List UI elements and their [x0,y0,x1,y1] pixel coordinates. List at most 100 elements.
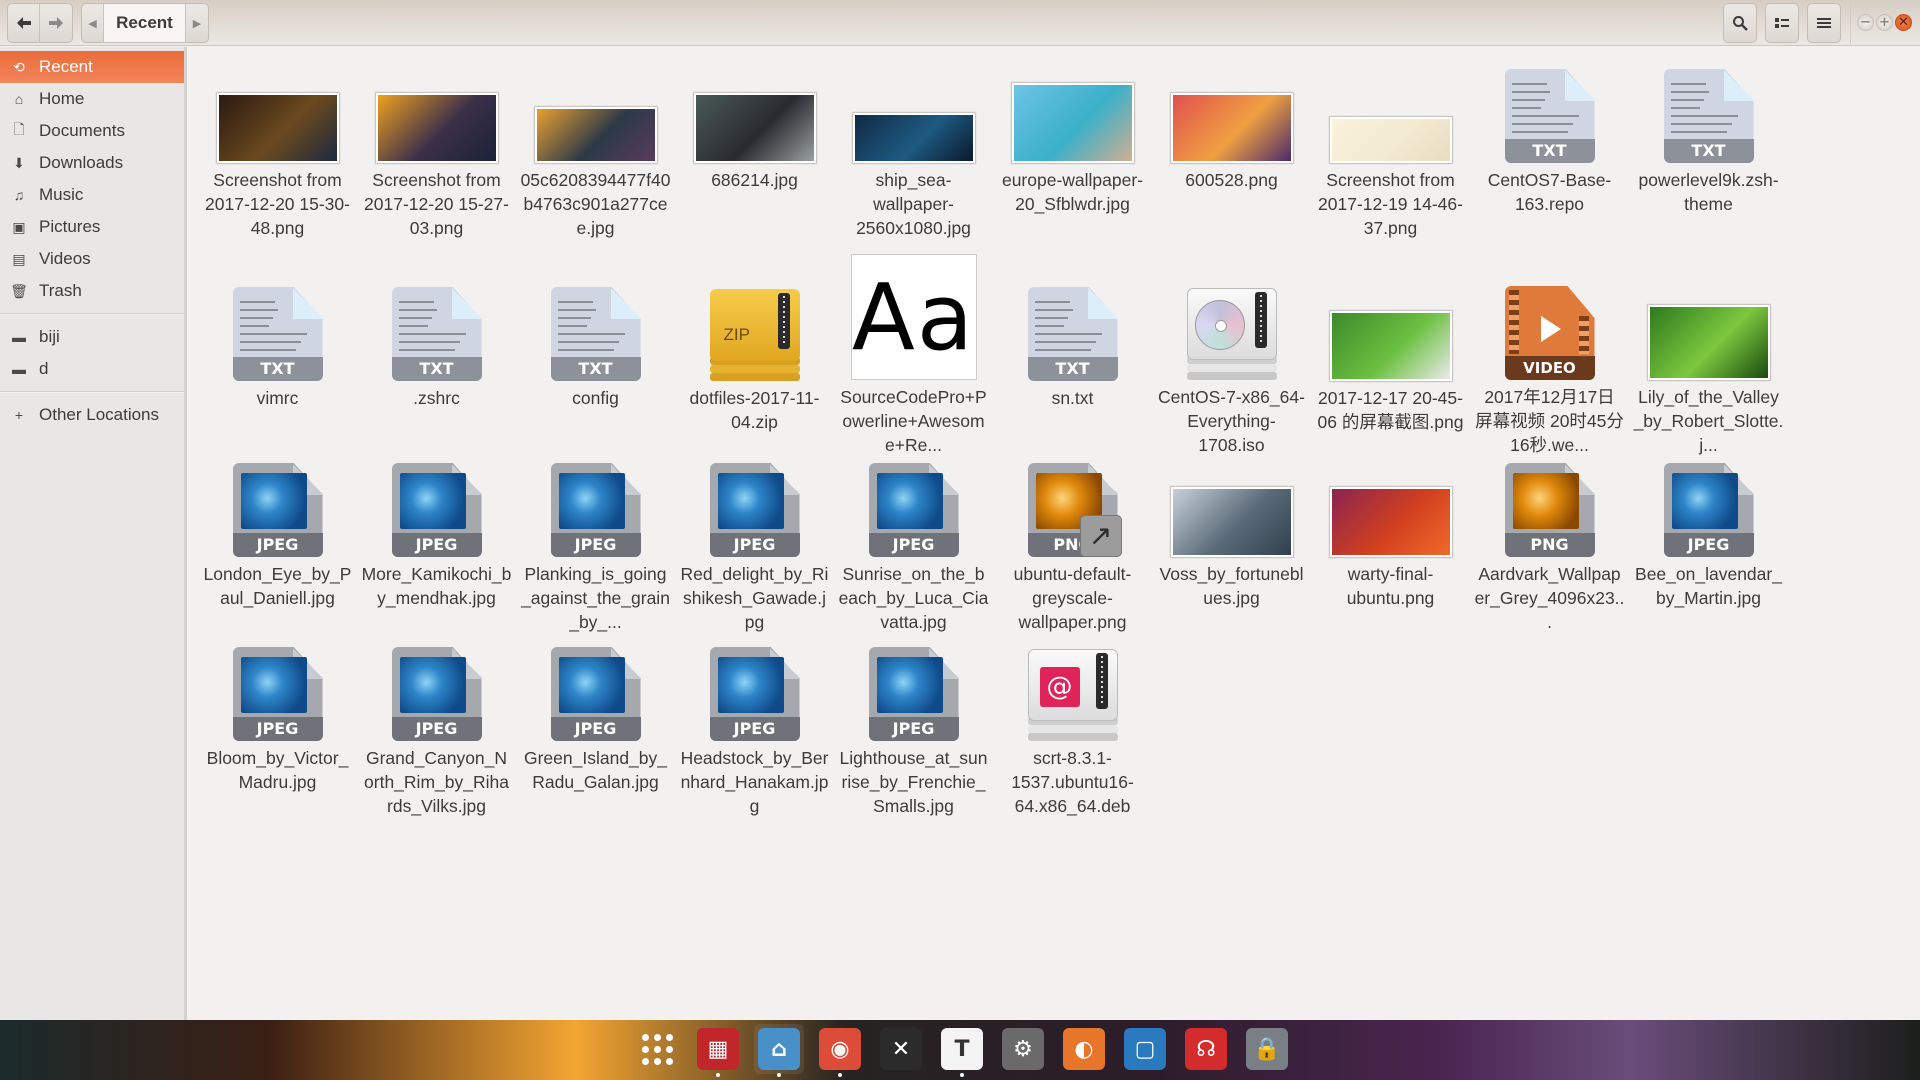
documents-icon: 🗋 [13,121,25,137]
sidebar-item-label: Downloads [39,153,124,172]
sidebar-item-videos[interactable]: ▤ Videos [0,243,184,275]
dock-screen-lock[interactable]: 🔒 [1242,1024,1292,1074]
file-item[interactable]: @ scrt-8.3.1-1537.ubuntu16-64.x86_64.deb [993,641,1152,818]
path-scroll-right-button[interactable]: ▶ [186,4,208,42]
dock: ▦ ⌂ ◉ ✕ T ⚙ ◐ ▢ ☊ 🔒 [0,1020,1920,1080]
dock-chrome[interactable]: ◉ [815,1024,865,1077]
close-button[interactable]: ✕ [1895,14,1912,31]
file-thumbnail [675,55,834,163]
image-thumbnail [1329,311,1452,381]
file-item[interactable]: JPEG Sunrise_on_the_beach_by_Luca_Ciavatt… [834,457,993,641]
image-file-icon: JPEG [868,647,959,741]
file-item[interactable]: JPEG Planking_is_going_against_the_grain_… [516,457,675,641]
file-item[interactable]: 686214.jpg [675,55,834,253]
sidebar-item-trash[interactable]: 🗑 Trash [0,275,184,307]
maximize-button[interactable]: + [1876,14,1893,31]
file-thumbnail [357,55,516,163]
file-item[interactable]: 600528.png [1152,55,1311,253]
file-item[interactable]: JPEG More_Kamikochi_by_mendhak.jpg [357,457,516,641]
dock-sublime-text[interactable]: ✕ [876,1024,926,1074]
sidebar-item-home[interactable]: ⌂ Home [0,83,184,115]
file-item[interactable]: europe-wallpaper-20_Sfblwdr.jpg [993,55,1152,253]
image-file-icon: JPEG [391,463,482,557]
running-indicator [838,1073,842,1077]
dock-terminal-tiles[interactable]: ▦ [693,1024,743,1077]
dock-firefox[interactable]: ◐ [1059,1024,1109,1074]
dock-files[interactable]: ⌂ [754,1024,804,1077]
file-item[interactable]: JPEG Green_Island_by_Radu_Galan.jpg [516,641,675,818]
file-item[interactable]: JPEG Bloom_by_Victor_Madru.jpg [198,641,357,818]
sidebar-item-label: d [39,359,49,378]
dock-settings[interactable]: ⚙ [998,1024,1048,1074]
file-item[interactable]: 05c6208394477f40b4763c901a277cee.jpg [516,55,675,253]
file-item[interactable]: PNG ↗ ubuntu-default-greyscale-wallpaper.p… [993,457,1152,641]
file-item[interactable]: TXT .zshrc [357,253,516,457]
app-grid-icon [641,1033,673,1065]
file-item[interactable]: Voss_by_fortuneblues.jpg [1152,457,1311,641]
file-thumbnail: JPEG [834,641,993,741]
sidebar-item-d[interactable]: ▬ d [0,353,184,385]
file-item[interactable]: CentOS-7-x86_64-Everything-1708.iso [1152,253,1311,457]
file-thumbnail: @ [993,641,1152,741]
minimize-button[interactable]: − [1857,14,1874,31]
sidebar-item-downloads[interactable]: ⬇ Downloads [0,147,184,179]
netease-music-icon: ☊ [1185,1028,1227,1070]
running-indicator [716,1073,720,1077]
view-toggle-button[interactable] [1765,3,1799,43]
file-item[interactable]: JPEG Grand_Canyon_North_Rim_by_Rihards_Vi… [357,641,516,818]
sidebar-separator [0,391,184,393]
file-item[interactable]: Aa SourceCodePro+Powerline+Awesome+Re... [834,253,993,457]
file-item[interactable]: PNG Aardvark_Wallpaper_Grey_4096x23... [1470,457,1629,641]
file-name: Headstock_by_Bernhard_Hanakam.jpg [680,748,829,816]
file-item[interactable]: JPEG London_Eye_by_Paul_Daniell.jpg [198,457,357,641]
file-item[interactable]: TXT CentOS7-Base-163.repo [1470,55,1629,253]
file-item[interactable]: Screenshot from 2017-12-19 14-46-37.png [1311,55,1470,253]
dock-netease-music[interactable]: ☊ [1181,1024,1231,1074]
virtualbox-icon: ▢ [1124,1028,1166,1070]
sidebar-item-biji[interactable]: ▬ biji [0,321,184,353]
file-view: Screenshot from 2017-12-20 15-30-48.png S… [190,47,1920,1020]
file-item[interactable]: ZIP dotfiles-2017-11-04.zip [675,253,834,457]
dock-virtualbox[interactable]: ▢ [1120,1024,1170,1074]
videos-icon: ▤ [12,250,26,267]
file-item[interactable]: Screenshot from 2017-12-20 15-27-03.png [357,55,516,253]
file-name: SourceCodePro+Powerline+Awesome+Re... [840,387,987,455]
file-item[interactable]: Lily_of_the_Valley_by_Robert_Slotte.j... [1629,253,1788,457]
running-indicator [960,1073,964,1077]
file-item[interactable]: Screenshot from 2017-12-20 15-30-48.png [198,55,357,253]
image-thumbnail [534,107,657,163]
file-item[interactable]: JPEG Bee_on_lavendar_by_Martin.jpg [1629,457,1788,641]
search-button[interactable] [1723,3,1757,43]
path-scroll-left-button[interactable]: ◀ [82,4,104,42]
dock-typora[interactable]: T [937,1024,987,1077]
image-thumbnail [852,113,975,163]
dock-show-applications[interactable] [632,1024,682,1074]
file-item[interactable]: TXT vimrc [198,253,357,457]
sidebar-item-other-locations[interactable]: + Other Locations [0,399,184,431]
file-item[interactable]: TXT sn.txt [993,253,1152,457]
file-item[interactable]: JPEG Lighthouse_at_sunrise_by_Frenchie_Sm… [834,641,993,818]
sidebar-item-pictures[interactable]: ▣ Pictures [0,211,184,243]
file-item[interactable]: 2017-12-17 20-45-06 的屏幕截图.png [1311,253,1470,457]
file-name: Sunrise_on_the_beach_by_Luca_Ciavatta.jp… [838,564,989,632]
file-item[interactable]: ship_sea-wallpaper-2560x1080.jpg [834,55,993,253]
file-item[interactable]: warty-final-ubuntu.png [1311,457,1470,641]
forward-button[interactable] [40,4,72,42]
file-item[interactable]: TXT powerlevel9k.zsh-theme [1629,55,1788,253]
file-item[interactable]: JPEG Red_delight_by_Rishikesh_Gawade.jpg [675,457,834,641]
app-menu-button[interactable] [1807,3,1841,43]
back-button[interactable] [8,4,40,42]
sidebar-item-documents[interactable]: 🗋 Documents [0,115,184,147]
path-bar: ◀ Recent ▶ [81,3,209,43]
sidebar-item-recent[interactable]: ⟲ Recent [0,51,184,83]
breadcrumb-recent[interactable]: Recent [104,4,186,42]
file-name: ubuntu-default-greyscale-wallpaper.png [1013,564,1132,632]
image-thumbnail [1011,83,1134,163]
sidebar-item-music[interactable]: ♫ Music [0,179,184,211]
file-thumbnail [993,55,1152,163]
file-thumbnail: Aa [834,253,993,380]
file-item[interactable]: TXT config [516,253,675,457]
symlink-arrow-icon: ↗ [1079,515,1122,557]
file-item[interactable]: JPEG Headstock_by_Bernhard_Hanakam.jpg [675,641,834,818]
file-item[interactable]: VIDEO 2017年12月17日 屏幕视频 20时45分16秒.we... [1470,253,1629,457]
